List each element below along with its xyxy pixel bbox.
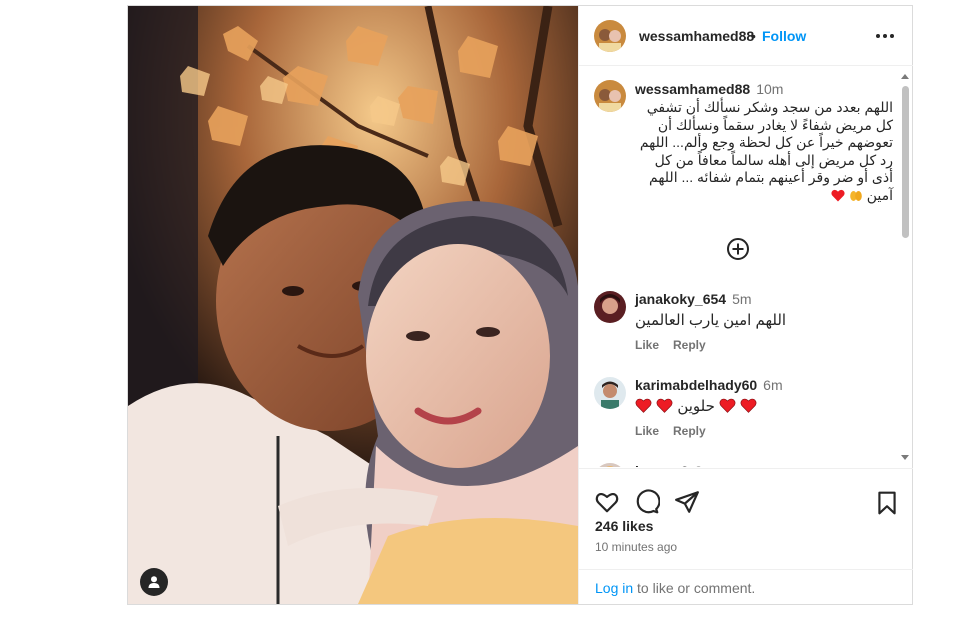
commenter-username[interactable]: jooooy9 — [635, 463, 689, 467]
comment-header: janakoky_654 5m — [635, 291, 752, 307]
red-heart-emoji — [831, 189, 845, 201]
author-avatar[interactable] — [594, 20, 626, 52]
comment-item: janakoky_654 5m اللهم امين يارب العالمين … — [579, 291, 909, 371]
user-tag-icon[interactable] — [140, 568, 168, 596]
bookmark-icon[interactable] — [874, 490, 900, 516]
comment-text: اللهم امين يارب العالمين — [635, 312, 787, 329]
caption-line: أذى أو ضر وقر أعينهم بتمام شفائه ... الل… — [649, 169, 893, 185]
login-link[interactable]: Log in — [595, 580, 633, 596]
red-heart-emoji — [719, 398, 736, 413]
comment-time: 2m — [695, 463, 714, 467]
comment-header: jooooy9 2m — [635, 463, 714, 467]
comment-item: jooooy9 2m — [579, 463, 909, 467]
comment-reply-button[interactable]: Reply — [673, 424, 706, 438]
comment-time: 6m — [763, 377, 783, 393]
comment-word: حلوين — [677, 398, 715, 415]
comment-icon[interactable] — [634, 489, 660, 515]
post-actions: 246 likes 10 minutes ago Log in to like … — [579, 468, 913, 604]
caption-line: اللهم بعدد من سجد وشكر نسألك أن تشفي — [646, 99, 893, 115]
comment-actions: Like Reply — [635, 338, 720, 352]
commenter-avatar[interactable] — [594, 377, 626, 409]
share-icon[interactable] — [674, 489, 700, 515]
plus-circle-icon[interactable] — [727, 238, 749, 260]
post-header: wessamhamed88 • Follow — [579, 6, 913, 66]
scroll-up-arrow-icon[interactable] — [901, 74, 909, 79]
likes-count[interactable]: 246 likes — [595, 518, 653, 534]
red-heart-emoji — [635, 398, 652, 413]
person-icon — [148, 576, 160, 588]
caption-time: 10m — [756, 81, 784, 97]
comments-list[interactable]: wessamhamed88 10m اللهم بعدد من سجد وشكر … — [579, 67, 913, 467]
post-timestamp: 10 minutes ago — [595, 540, 678, 554]
folded-hands-emoji — [850, 190, 862, 201]
avatar-photo — [594, 463, 626, 467]
caption-line: كل مريض شفاءً لا يغادر سقماً ونسألك أن — [657, 116, 893, 133]
comment-header: karimabdelhady60 6m — [635, 377, 783, 393]
comment-item: karimabdelhady60 6m حلوين Like Reply — [579, 377, 909, 457]
post-side-panel: wessamhamed88 • Follow wessamhamed88 10m — [578, 6, 913, 604]
more-horizontal-icon[interactable] — [875, 26, 895, 46]
avatar-photo — [594, 291, 626, 323]
caption-header: wessamhamed88 10m — [635, 81, 783, 99]
caption-username[interactable]: wessamhamed88 — [635, 81, 750, 97]
commenter-username[interactable]: janakoky_654 — [635, 291, 726, 307]
caption-line: رد كل مريض إلى أهله سالماً معافاً من كل — [654, 151, 893, 168]
instagram-post: wessamhamed88 • Follow wessamhamed88 10m — [127, 5, 913, 605]
comments-scrollbar[interactable] — [901, 72, 910, 462]
commenter-avatar[interactable] — [594, 463, 626, 467]
scrollbar-thumb[interactable] — [902, 86, 909, 238]
caption-line: آمين — [866, 186, 893, 203]
comment-like-button[interactable]: Like — [635, 338, 659, 352]
heart-icon[interactable] — [594, 489, 620, 515]
commenter-avatar[interactable] — [594, 291, 626, 323]
login-prompt-text: to like or comment. — [633, 580, 756, 596]
avatar-photo — [594, 20, 626, 52]
comment-actions: Like Reply — [635, 424, 720, 438]
follow-button[interactable]: Follow — [762, 28, 806, 44]
scroll-down-arrow-icon[interactable] — [901, 455, 909, 460]
photo-illustration — [128, 6, 578, 604]
author-username[interactable]: wessamhamed88 — [639, 28, 754, 44]
separator-dot: • — [751, 28, 756, 44]
red-heart-emoji — [740, 398, 757, 413]
caption-last-line: آمين — [635, 187, 893, 205]
caption-text: اللهم بعدد من سجد وشكر نسألك أن تشفي كل … — [635, 99, 893, 204]
comment-like-button[interactable]: Like — [635, 424, 659, 438]
comment-reply-button[interactable]: Reply — [673, 338, 706, 352]
red-heart-emoji — [656, 398, 673, 413]
avatar-photo — [594, 377, 626, 409]
comment-time: 5m — [732, 291, 752, 307]
commenter-username[interactable]: karimabdelhady60 — [635, 377, 757, 393]
avatar-photo — [594, 80, 626, 112]
comment-text: حلوين — [635, 397, 757, 415]
caption-line: تعوضهم خيراً عن كل لحظة وجع وألم... الله… — [639, 134, 893, 150]
login-prompt: Log in to like or comment. — [579, 569, 913, 605]
caption-author-avatar[interactable] — [594, 80, 626, 112]
post-photo[interactable] — [128, 6, 578, 604]
